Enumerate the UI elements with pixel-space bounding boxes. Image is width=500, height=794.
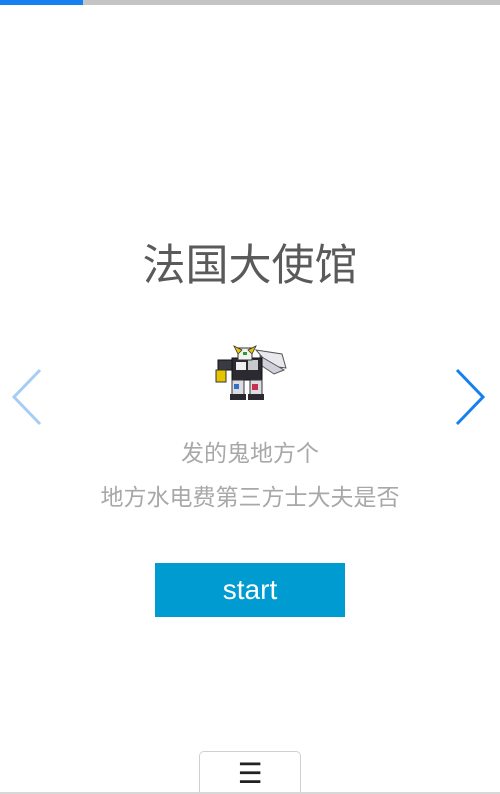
progress-bar bbox=[0, 0, 500, 5]
progress-bar-fill bbox=[0, 0, 83, 5]
robot-mecha-sprite bbox=[215, 345, 287, 400]
slide-description-line: 地方水电费第三方士大夫是否 bbox=[100, 485, 400, 511]
slide-title: 法国大使馆 bbox=[142, 241, 358, 291]
chevron-right-icon[interactable] bbox=[453, 366, 489, 428]
slide-page: 法国大使馆 发的鬼地方个 地方水电费第三方士大夫是否 start ☰ bbox=[0, 0, 500, 794]
slide-description-line: 发的鬼地方个 bbox=[181, 441, 319, 467]
start-button[interactable]: start bbox=[155, 563, 345, 617]
chevron-left-icon[interactable] bbox=[8, 366, 44, 428]
hamburger-menu-icon: ☰ bbox=[237, 757, 263, 790]
hamburger-menu-button[interactable]: ☰ bbox=[199, 751, 301, 794]
